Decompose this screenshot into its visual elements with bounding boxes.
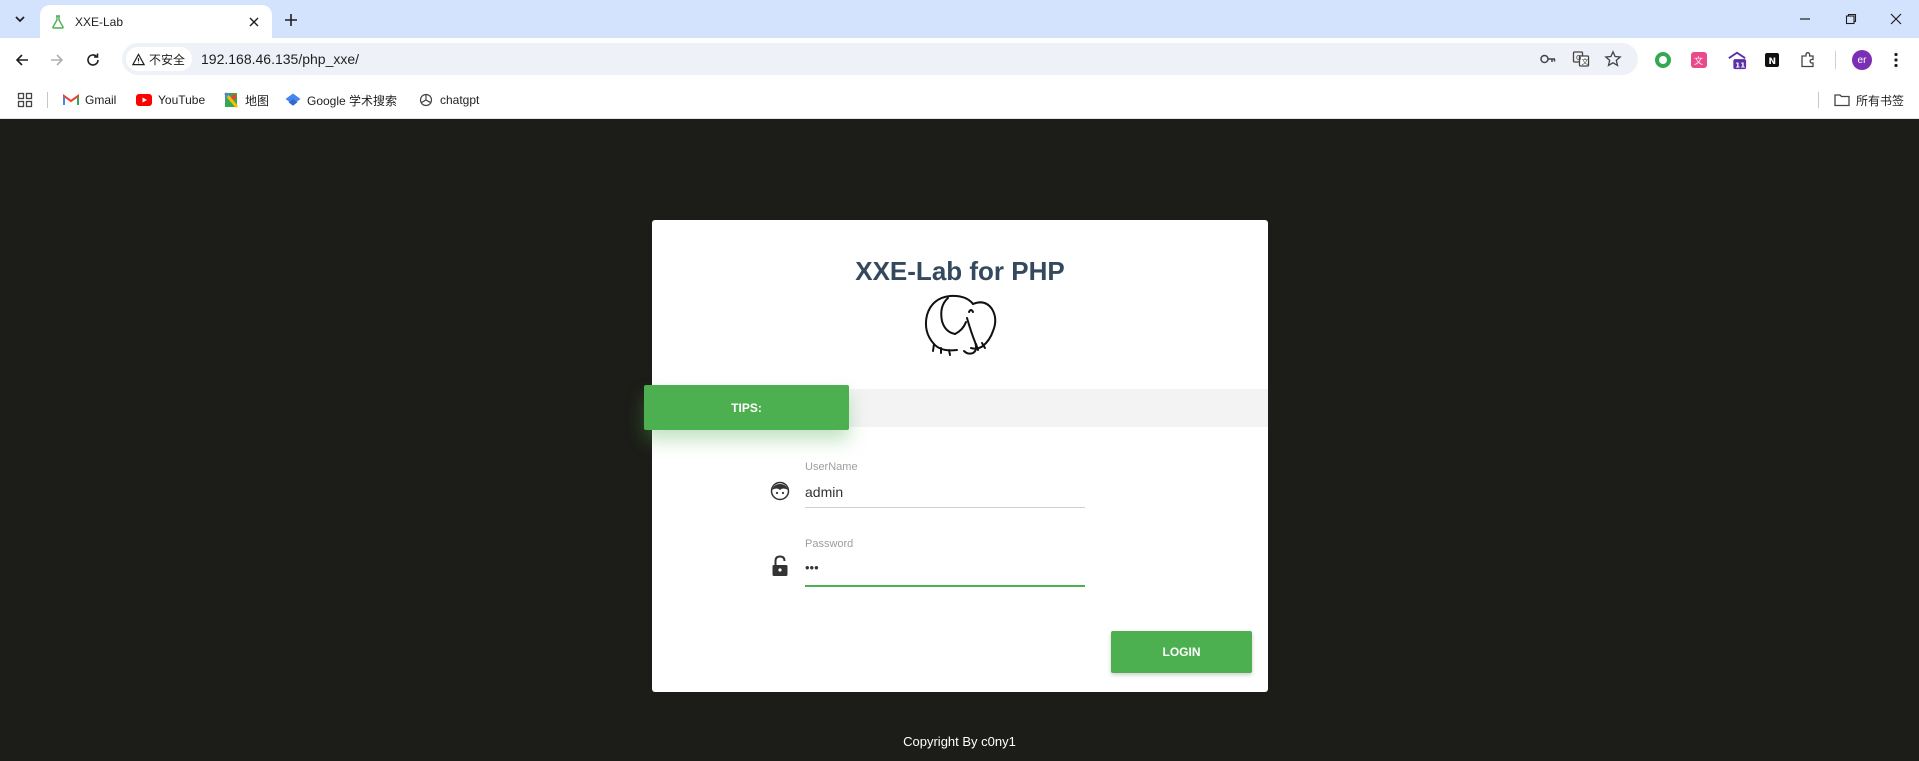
password-input[interactable]: ••• (805, 560, 819, 575)
minimize-icon (1800, 18, 1810, 20)
tips-button[interactable]: TIPS: (644, 385, 849, 430)
url-text[interactable]: 192.168.46.135/php_xxe/ (201, 51, 359, 67)
back-button[interactable] (9, 47, 35, 73)
translate-icon[interactable]: G文 (1572, 50, 1590, 68)
page-title: XXE-Lab for PHP (855, 256, 1065, 286)
extension-translate-icon[interactable]: 文 (1689, 50, 1709, 70)
reload-button[interactable] (80, 47, 106, 73)
scholar-icon (285, 92, 301, 108)
svg-text:N: N (1769, 57, 1777, 67)
username-label: UserName (805, 461, 858, 473)
close-window-button[interactable] (1873, 0, 1919, 38)
all-bookmarks-label: 所有书签 (1856, 93, 1905, 108)
password-underline (805, 585, 1085, 587)
svg-text:文: 文 (1694, 55, 1703, 67)
maps-icon (223, 92, 239, 108)
bookmark-gmail[interactable]: Gmail (63, 90, 116, 110)
arrow-right-icon (51, 54, 64, 66)
folder-icon (1834, 92, 1850, 108)
close-icon (1890, 13, 1902, 25)
bookmark-label: Google 学术搜索 (307, 93, 398, 108)
gmail-icon (63, 92, 79, 108)
bookmark-youtube[interactable]: YouTube (136, 90, 205, 110)
tab-search-button[interactable] (8, 8, 32, 30)
tab-title: XXE-Lab (75, 14, 124, 29)
username-underline (805, 507, 1085, 508)
copyright-footer: Copyright By c0ny1 (903, 734, 1016, 749)
reload-icon (87, 53, 99, 66)
star-icon[interactable] (1604, 50, 1622, 68)
password-key-icon[interactable] (1539, 50, 1557, 68)
browser-toolbar: 不安全 192.168.46.135/php_xxe/ G文 文 11 N er (0, 38, 1919, 80)
extension-green-icon[interactable] (1653, 50, 1673, 70)
tab-strip: XXE-Lab (0, 0, 1919, 38)
all-bookmarks-button[interactable]: 所有书签 (1834, 90, 1904, 110)
menu-kebab-icon[interactable] (1886, 50, 1906, 70)
flask-icon (50, 14, 66, 30)
chatgpt-icon (418, 92, 434, 108)
apps-grid-icon (17, 92, 33, 108)
close-tab-icon[interactable] (246, 14, 262, 30)
youtube-icon (136, 92, 152, 108)
profile-avatar[interactable]: er (1852, 50, 1872, 70)
bookmark-label: Gmail (85, 93, 117, 107)
bookmark-separator (1818, 92, 1819, 108)
extensions-puzzle-icon[interactable] (1798, 50, 1818, 70)
extension-notion-icon[interactable]: N (1762, 50, 1782, 70)
bookmark-chatgpt[interactable]: chatgpt (418, 90, 479, 110)
restore-button[interactable] (1828, 0, 1874, 38)
browser-tab[interactable]: XXE-Lab (40, 5, 272, 38)
forward-button[interactable] (44, 47, 70, 73)
lock-icon (769, 555, 791, 577)
warning-icon (132, 52, 145, 65)
bookmarks-bar: Gmail YouTube 地图 Google 学术搜索 chatgpt 所有书… (0, 80, 1919, 119)
bookmark-scholar[interactable]: Google 学术搜索 (285, 90, 397, 110)
extension-calendar-icon[interactable]: 11 (1727, 50, 1747, 70)
bookmark-separator (47, 92, 48, 108)
svg-text:文: 文 (1582, 57, 1589, 66)
address-bar[interactable]: 不安全 192.168.46.135/php_xxe/ G文 (122, 43, 1638, 75)
minimize-button[interactable] (1782, 0, 1828, 38)
security-label: 不安全 (149, 52, 186, 67)
bookmark-label: YouTube (158, 93, 206, 107)
separator (1825, 50, 1845, 70)
login-button[interactable]: LOGIN (1111, 631, 1252, 673)
restore-icon (1845, 13, 1857, 25)
arrow-left-icon (15, 54, 28, 66)
chevron-down-icon (15, 16, 25, 23)
bookmark-label: chatgpt (440, 93, 480, 107)
apps-button[interactable] (17, 90, 33, 110)
user-icon (769, 480, 791, 502)
username-input[interactable]: admin (805, 484, 843, 500)
security-chip[interactable]: 不安全 (126, 47, 193, 71)
bookmark-label: 地图 (245, 93, 270, 108)
elephant-logo-icon (924, 294, 997, 356)
plus-icon (285, 14, 297, 26)
new-tab-button[interactable] (280, 9, 302, 31)
extension-badge: 11 (1735, 60, 1745, 69)
password-label: Password (805, 538, 854, 550)
bookmark-maps[interactable]: 地图 (223, 90, 269, 110)
login-card: XXE-Lab for PHP UserName admin Password … (652, 220, 1268, 692)
